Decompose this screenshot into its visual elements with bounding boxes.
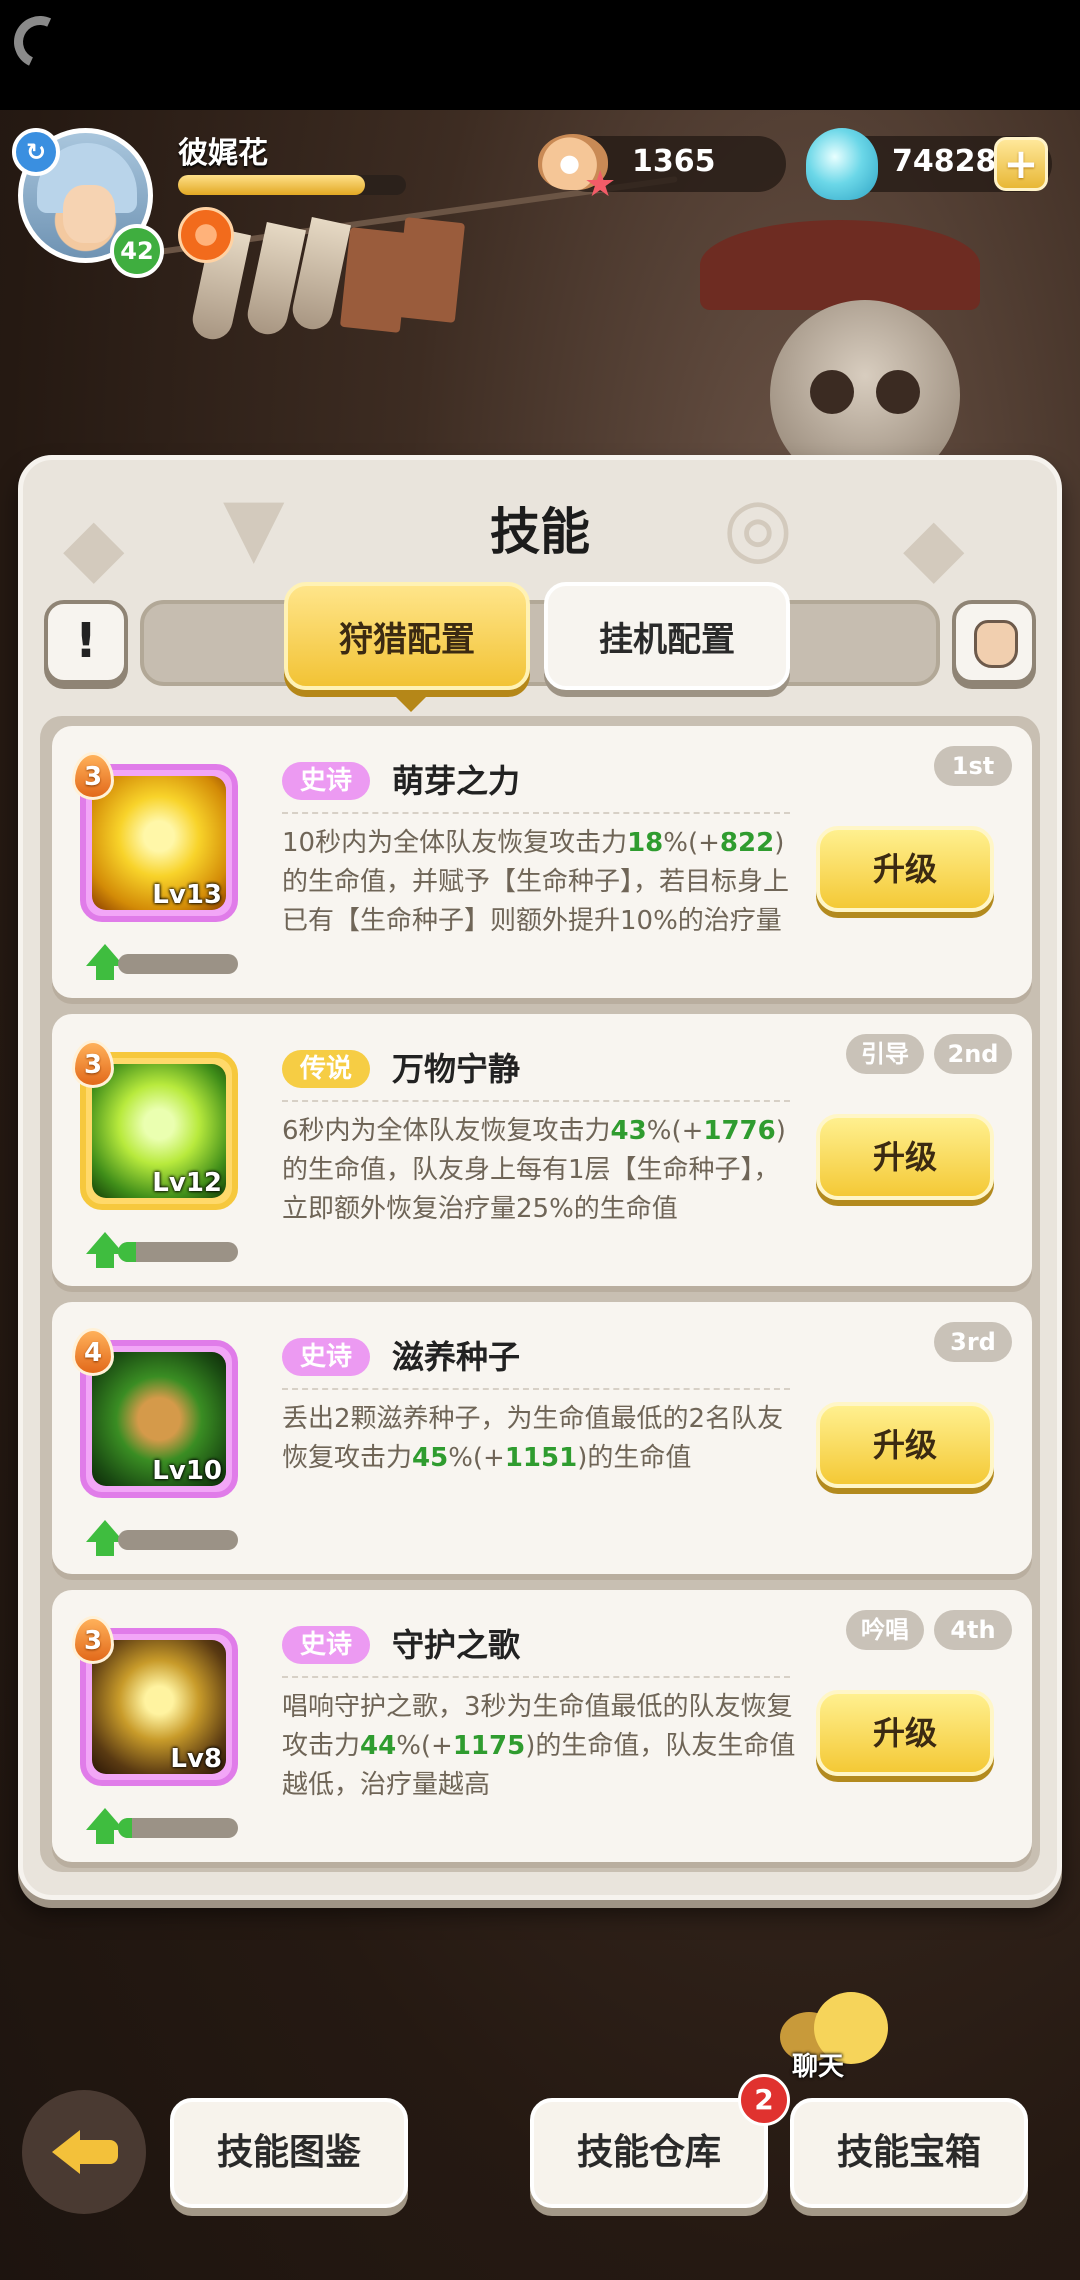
upgrade-button[interactable]: 升级 [816, 826, 994, 912]
hand-button[interactable] [952, 600, 1036, 684]
skill-type-tag: 引导 [846, 1034, 924, 1074]
status-bar [0, 0, 1080, 110]
gem-icon [806, 128, 878, 200]
rank-flame-icon: 3 [72, 1616, 114, 1664]
back-arrow-icon [52, 2130, 80, 2174]
refresh-icon: ↻ [12, 128, 60, 176]
skill-codex-button[interactable]: 技能图鉴 [170, 2098, 408, 2208]
skill-description: 10秒内为全体队友恢复攻击力18%(+822)的生命值，并赋予【生命种子】，若目… [282, 828, 790, 936]
divider [282, 812, 790, 814]
background-cloth [394, 217, 466, 323]
skill-name: 守护之歌 [392, 1626, 521, 1664]
upgrade-progress-bar [118, 1242, 238, 1262]
skill-level: Lv12 [152, 1168, 222, 1198]
pearl-count: 1365 [632, 144, 716, 179]
tab-idle-config[interactable]: 挂机配置 [544, 582, 790, 690]
divider [282, 1100, 790, 1102]
info-icon: ! [75, 613, 97, 669]
divider [282, 1388, 790, 1390]
skill-level: Lv10 [152, 1456, 222, 1486]
rank-flame-icon: 4 [72, 1328, 114, 1376]
player-name: 彼娓花 [178, 136, 268, 171]
skill-description: 唱响守护之歌，3秒为生命值最低的队友恢复攻击力44%(+1175)的生命值，队友… [282, 1692, 796, 1800]
rank-flame-icon: 3 [72, 1040, 114, 1088]
plus-icon: + [1003, 139, 1039, 188]
skill-storage-button[interactable]: 技能仓库 [530, 2098, 768, 2208]
notification-badge: 2 [738, 2074, 790, 2126]
gem-count: 74828 [892, 144, 997, 179]
back-button[interactable] [22, 2090, 146, 2214]
info-button[interactable]: ! [44, 600, 128, 684]
upgrade-progress-bar [118, 1530, 238, 1550]
skill-type-tag: 吟唱 [846, 1610, 924, 1650]
divider [282, 1676, 790, 1678]
upgrade-progress-bar [118, 1818, 238, 1838]
add-gems-button[interactable]: + [994, 137, 1048, 191]
player-level-badge: 42 [110, 224, 164, 278]
order-tag: 3rd [934, 1322, 1012, 1362]
rarity-badge: 史诗 [282, 1626, 371, 1664]
rarity-badge: 史诗 [282, 762, 371, 800]
skill-chest-button[interactable]: 技能宝箱 [790, 2098, 1028, 2208]
chat-label[interactable]: 聊天 [792, 2046, 844, 2083]
loading-spinner-icon [6, 8, 74, 76]
skill-description: 丢出2颗滋养种子，为生命值最低的2名队友恢复攻击力45%(+1151)的生命值 [282, 1404, 784, 1473]
skill-description: 6秒内为全体队友恢复攻击力43%(+1776)的生命值，队友身上每有1层【生命种… [282, 1116, 786, 1224]
tab-track [140, 600, 940, 686]
skill-level: Lv13 [152, 880, 222, 910]
order-tag: 2nd [934, 1034, 1012, 1074]
order-tag: 1st [934, 746, 1012, 786]
buff-icon[interactable] [178, 207, 234, 263]
background-hat [700, 220, 980, 310]
skill-level: Lv8 [170, 1744, 222, 1774]
upgrade-progress-bar [118, 954, 238, 974]
upgrade-button[interactable]: 升级 [816, 1402, 994, 1488]
skill-name: 万物宁静 [392, 1050, 521, 1088]
order-tag: 4th [934, 1610, 1012, 1650]
panel-title: 技能 [490, 503, 590, 561]
skill-name: 滋养种子 [392, 1338, 521, 1376]
rank-flame-icon: 3 [72, 752, 114, 800]
upgrade-button[interactable]: 升级 [816, 1114, 994, 1200]
tab-hunt-config[interactable]: 狩猎配置 [284, 582, 530, 712]
xp-bar [178, 175, 406, 195]
skill-name: 萌芽之力 [392, 762, 521, 800]
upgrade-button[interactable]: 升级 [816, 1690, 994, 1776]
player-avatar[interactable]: ↻ 42 [12, 128, 164, 278]
hand-icon [974, 620, 1018, 668]
skill-card[interactable]: Lv12 3 传说 万物宁静 6秒内为全体队友恢复攻击力43%(+1776)的生… [52, 1014, 1032, 1286]
pearl-icon: ★ [538, 128, 616, 205]
progress-fill [118, 1818, 133, 1838]
xp-bar-fill [178, 175, 365, 195]
rarity-badge: 史诗 [282, 1338, 371, 1376]
skill-card[interactable]: Lv8 3 史诗 守护之歌 唱响守护之歌，3秒为生命值最低的队友恢复攻击力44%… [52, 1590, 1032, 1862]
rarity-badge: 传说 [282, 1050, 371, 1088]
progress-fill [118, 1242, 136, 1262]
skill-card[interactable]: Lv10 4 史诗 滋养种子 丢出2颗滋养种子，为生命值最低的2名队友恢复攻击力… [52, 1302, 1032, 1574]
skill-card[interactable]: Lv13 3 史诗 萌芽之力 10秒内为全体队友恢复攻击力18%(+822)的生… [52, 726, 1032, 998]
